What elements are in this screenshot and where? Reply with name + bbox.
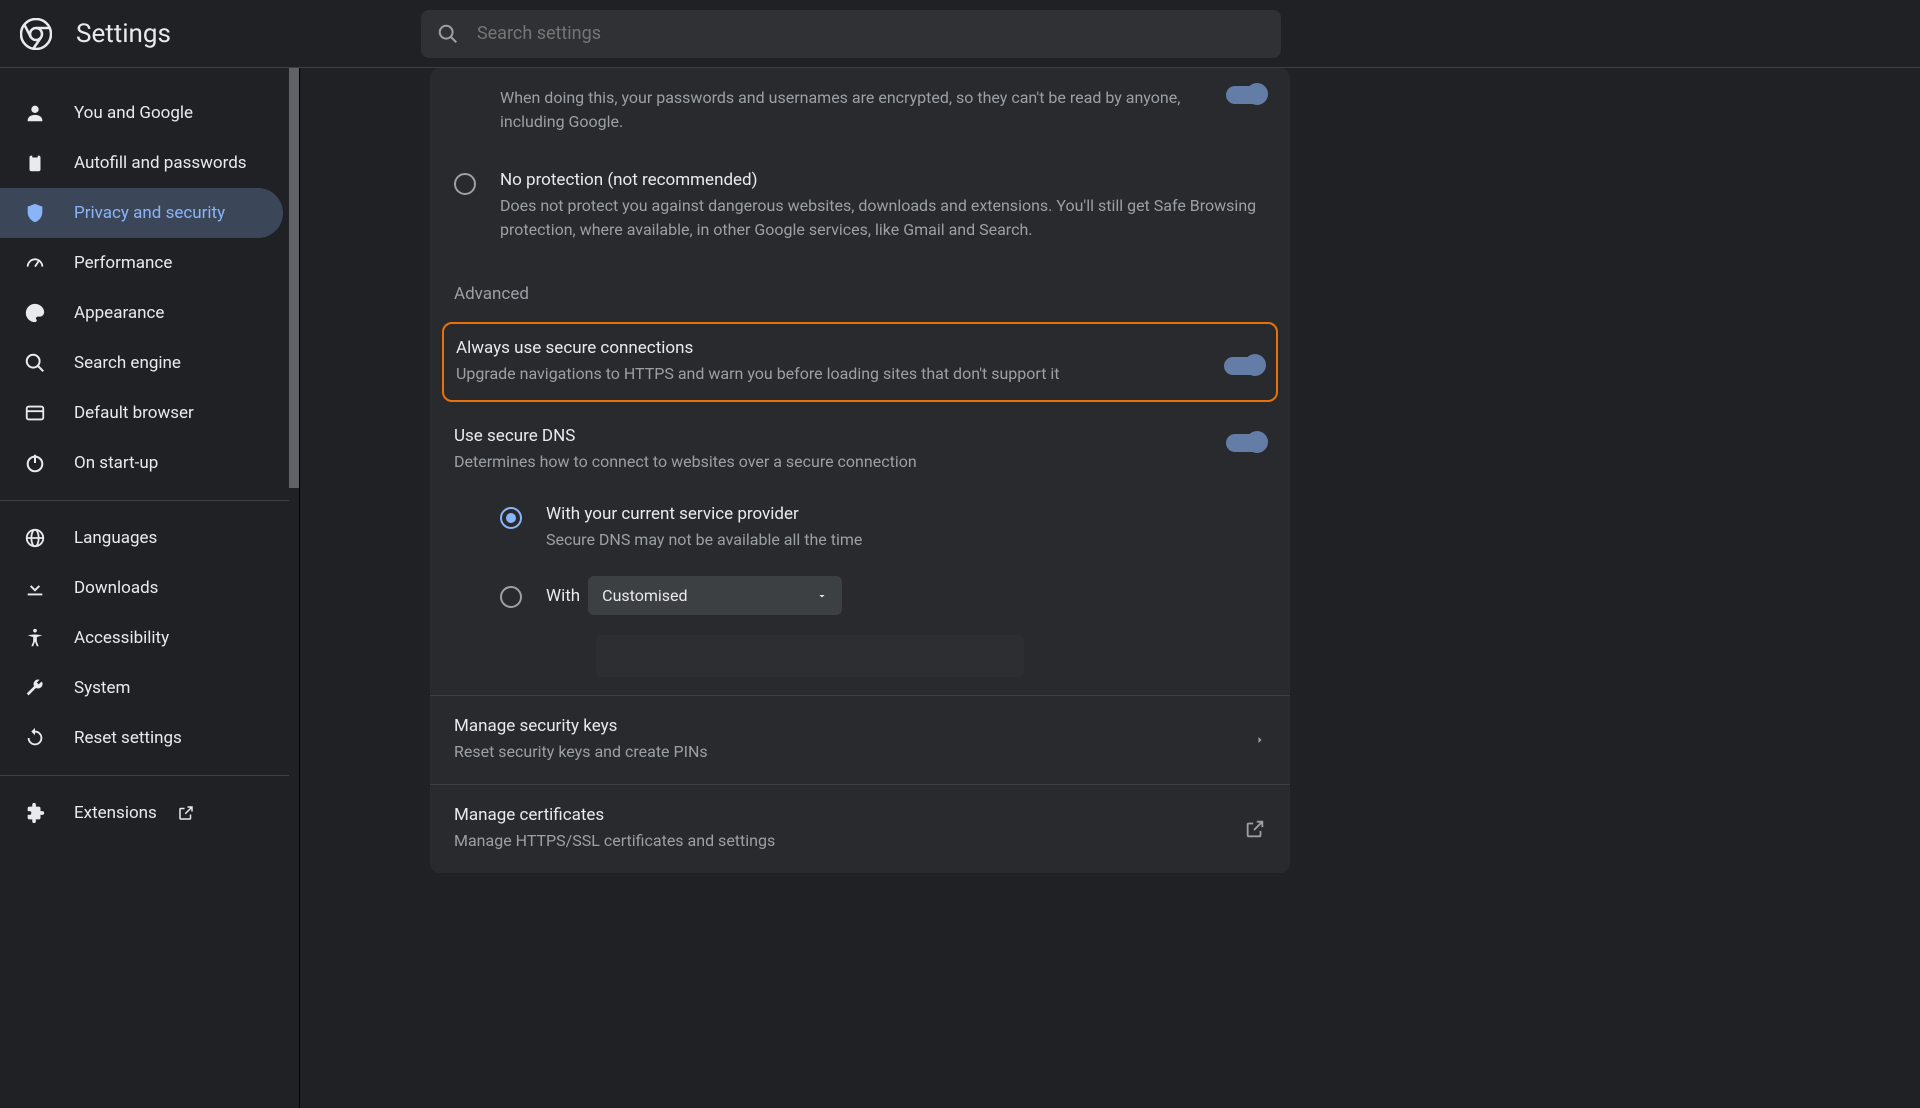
advanced-section-label: Advanced xyxy=(430,260,1290,316)
setting-title: Always use secure connections xyxy=(456,338,1204,358)
setting-title: No protection (not recommended) xyxy=(500,170,1266,190)
sidebar-item-label: Appearance xyxy=(74,303,164,323)
sidebar-item-performance[interactable]: Performance xyxy=(0,238,283,288)
sidebar-item-label: You and Google xyxy=(74,103,193,123)
sidebar: You and Google Autofill and passwords Pr… xyxy=(0,68,300,1108)
accessibility-icon xyxy=(24,627,46,649)
sidebar-item-default-browser[interactable]: Default browser xyxy=(0,388,283,438)
sidebar-item-search-engine[interactable]: Search engine xyxy=(0,338,283,388)
external-link-icon xyxy=(177,804,195,822)
main-content: When doing this, your passwords and user… xyxy=(300,68,1920,1108)
no-protection-row[interactable]: No protection (not recommended) Does not… xyxy=(430,152,1290,260)
palette-icon xyxy=(24,302,46,324)
toggle-secure-connections[interactable] xyxy=(1224,357,1264,375)
wrench-icon xyxy=(24,677,46,699)
sidebar-item-you-and-google[interactable]: You and Google xyxy=(0,88,283,138)
sidebar-item-label: Default browser xyxy=(74,403,194,423)
person-icon xyxy=(24,102,46,124)
clipboard-icon xyxy=(24,152,46,174)
sidebar-item-label: Extensions xyxy=(74,803,157,823)
dns-options: With your current service provider Secur… xyxy=(430,492,1290,695)
dns-provider-dropdown[interactable]: Customised xyxy=(588,576,842,615)
sidebar-item-on-startup[interactable]: On start-up xyxy=(0,438,283,488)
secure-dns-row[interactable]: Use secure DNS Determines how to connect… xyxy=(430,408,1290,492)
sidebar-item-label: Languages xyxy=(74,528,157,548)
setting-desc: Manage HTTPS/SSL certificates and settin… xyxy=(454,829,1244,853)
search-bar[interactable] xyxy=(421,10,1281,58)
sidebar-item-extensions[interactable]: Extensions xyxy=(0,788,283,838)
toggle-encrypted[interactable] xyxy=(1226,86,1266,104)
setting-title: Use secure DNS xyxy=(454,426,1206,446)
sidebar-item-label: System xyxy=(74,678,130,698)
browser-icon xyxy=(24,402,46,424)
sidebar-item-label: Reset settings xyxy=(74,728,182,748)
reset-icon xyxy=(24,727,46,749)
setting-desc: Upgrade navigations to HTTPS and warn yo… xyxy=(456,362,1204,386)
setting-desc: Does not protect you against dangerous w… xyxy=(500,194,1266,242)
sidebar-item-label: Autofill and passwords xyxy=(74,153,247,173)
radio-no-protection[interactable] xyxy=(454,173,476,195)
sidebar-divider xyxy=(0,775,299,776)
setting-title: With your current service provider xyxy=(546,504,1290,524)
sidebar-item-reset-settings[interactable]: Reset settings xyxy=(0,713,283,763)
chrome-logo-icon xyxy=(20,18,52,50)
dropdown-value: Customised xyxy=(602,586,687,605)
dns-custom-row[interactable]: With Customised xyxy=(500,564,1290,627)
partial-setting-row: When doing this, your passwords and user… xyxy=(430,68,1290,152)
globe-icon xyxy=(24,527,46,549)
sidebar-item-privacy-security[interactable]: Privacy and security xyxy=(0,188,283,238)
sidebar-item-label: On start-up xyxy=(74,453,158,473)
search-icon xyxy=(24,352,46,374)
manage-security-keys-row[interactable]: Manage security keys Reset security keys… xyxy=(430,696,1290,784)
search-input[interactable] xyxy=(477,23,1265,44)
sidebar-item-languages[interactable]: Languages xyxy=(0,513,283,563)
sidebar-item-accessibility[interactable]: Accessibility xyxy=(0,613,283,663)
sidebar-divider xyxy=(0,500,299,501)
sidebar-item-label: Search engine xyxy=(74,353,181,373)
sidebar-item-downloads[interactable]: Downloads xyxy=(0,563,283,613)
page-title: Settings xyxy=(76,19,171,49)
sidebar-item-appearance[interactable]: Appearance xyxy=(0,288,283,338)
dns-current-provider-row[interactable]: With your current service provider Secur… xyxy=(500,492,1290,564)
sidebar-scrollbar[interactable] xyxy=(289,68,299,1108)
sidebar-item-system[interactable]: System xyxy=(0,663,283,713)
setting-title: Manage security keys xyxy=(454,716,1254,736)
setting-desc: Secure DNS may not be available all the … xyxy=(546,528,1290,552)
radio-custom-provider[interactable] xyxy=(500,586,522,608)
radio-current-provider[interactable] xyxy=(500,507,522,529)
external-link-icon xyxy=(1244,818,1266,840)
shield-icon xyxy=(24,202,46,224)
sidebar-item-label: Performance xyxy=(74,253,172,273)
sidebar-item-label: Privacy and security xyxy=(74,203,225,223)
toggle-secure-dns[interactable] xyxy=(1226,434,1266,452)
sidebar-item-label: Downloads xyxy=(74,578,158,598)
scrollbar-thumb[interactable] xyxy=(289,68,299,488)
speedometer-icon xyxy=(24,252,46,274)
setting-desc: When doing this, your passwords and user… xyxy=(500,86,1206,134)
always-secure-connections-row[interactable]: Always use secure connections Upgrade na… xyxy=(442,322,1278,402)
sidebar-item-label: Accessibility xyxy=(74,628,169,648)
settings-card: When doing this, your passwords and user… xyxy=(430,68,1290,873)
header: Settings xyxy=(0,0,1920,68)
with-label: With xyxy=(546,586,580,606)
setting-desc: Determines how to connect to websites ov… xyxy=(454,450,1206,474)
power-icon xyxy=(24,452,46,474)
extension-icon xyxy=(24,802,46,824)
chevron-right-icon xyxy=(1254,734,1266,746)
chevron-down-icon xyxy=(816,590,828,602)
manage-certificates-row[interactable]: Manage certificates Manage HTTPS/SSL cer… xyxy=(430,785,1290,873)
download-icon xyxy=(24,577,46,599)
search-icon xyxy=(437,23,459,45)
sidebar-item-autofill[interactable]: Autofill and passwords xyxy=(0,138,283,188)
dns-custom-input[interactable] xyxy=(596,635,1024,677)
setting-title: Manage certificates xyxy=(454,805,1244,825)
setting-desc: Reset security keys and create PINs xyxy=(454,740,1254,764)
